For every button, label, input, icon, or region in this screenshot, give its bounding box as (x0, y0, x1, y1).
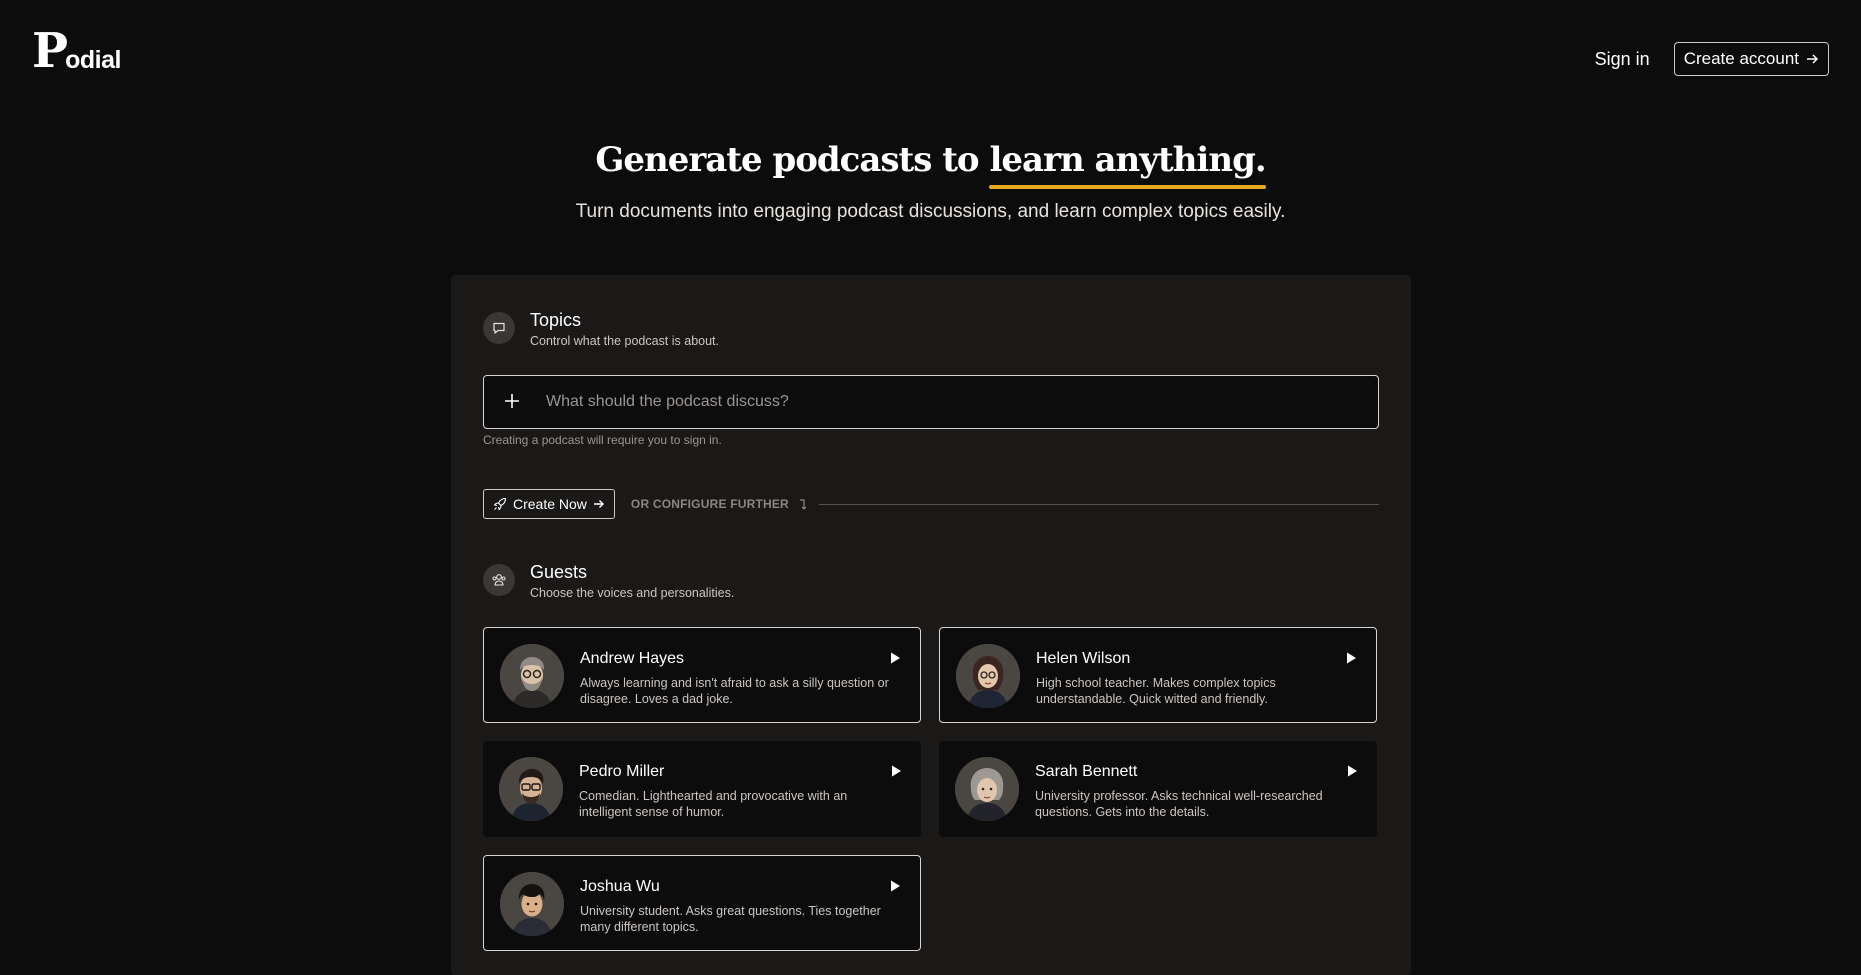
topics-description: Control what the podcast is about. (530, 334, 720, 348)
guests-title: Guests (530, 562, 588, 582)
configure-further-label: OR CONFIGURE FURTHER (630, 497, 789, 511)
rocket-icon (493, 497, 507, 511)
guest-name: Pedro Miller (579, 763, 665, 780)
create-row: Create Now OR CONFIGURE FURTHER (483, 489, 1379, 519)
create-account-button[interactable]: Create account (1673, 42, 1829, 76)
guest-description: University professor. Asks technical wel… (1035, 789, 1323, 819)
avatar-joshua-wu (500, 872, 564, 936)
sign-in-link[interactable]: Sign in (1595, 49, 1650, 70)
guest-card[interactable]: Joshua Wu University student. Asks great… (483, 855, 921, 951)
podial-logo[interactable]: P odial (32, 23, 121, 79)
guest-card[interactable]: Sarah Bennett University professor. Asks… (939, 741, 1377, 837)
topics-section-header: Topics Control what the podcast is about… (483, 310, 720, 348)
guest-name: Sarah Bennett (1035, 763, 1138, 780)
page-subtitle: Turn documents into engaging podcast dis… (575, 201, 1286, 222)
avatar-helen-wilson (956, 644, 1020, 708)
corner-down-right-icon (799, 499, 807, 510)
guest-card[interactable]: Andrew Hayes Always learning and isn't a… (483, 627, 921, 723)
title-start: Generate podcasts to (595, 140, 990, 180)
create-account-label: Create account (1683, 49, 1799, 68)
avatar-sarah-bennett (955, 757, 1019, 821)
plus-icon[interactable] (502, 392, 522, 412)
guests-description: Choose the voices and personalities. (530, 586, 735, 600)
guest-description: University student. Asks great questions… (580, 904, 881, 934)
topic-input[interactable] (544, 392, 1378, 412)
chat-bubble-icon (483, 312, 515, 344)
guest-name: Joshua Wu (580, 878, 660, 895)
guests-section-header: Guests Choose the voices and personaliti… (483, 562, 735, 600)
play-icon[interactable] (1345, 764, 1359, 778)
create-now-button[interactable]: Create Now (483, 489, 615, 519)
arrow-right-icon (1807, 54, 1819, 64)
logo-text: odial (65, 46, 121, 74)
topic-input-box[interactable] (483, 375, 1379, 429)
create-now-label: Create Now (513, 496, 587, 512)
sign-in-hint: Creating a podcast will require you to s… (483, 433, 722, 447)
page-title: Generate podcasts to learn anything. (0, 138, 1861, 189)
guest-description: Always learning and isn't afraid to ask … (580, 676, 889, 706)
guest-description: Comedian. Lighthearted and provocative w… (579, 789, 848, 819)
top-nav: Sign in Create account (1595, 42, 1829, 76)
play-icon[interactable] (888, 879, 902, 893)
avatar-andrew-hayes (500, 644, 564, 708)
guest-description: High school teacher. Makes complex topic… (1036, 676, 1276, 706)
guest-card[interactable]: Pedro Miller Comedian. Lighthearted and … (483, 741, 921, 837)
avatar-pedro-miller (499, 757, 563, 821)
guest-card[interactable]: Helen Wilson High school teacher. Makes … (939, 627, 1377, 723)
divider (818, 503, 1379, 505)
play-icon[interactable] (888, 651, 902, 665)
topics-title: Topics (530, 310, 582, 330)
people-icon (483, 564, 515, 596)
play-icon[interactable] (889, 764, 903, 778)
guest-name: Andrew Hayes (580, 650, 685, 667)
logo-initial: P (32, 23, 69, 79)
arrow-right-icon (593, 500, 604, 508)
title-highlight: learn anything. (989, 140, 1267, 189)
play-icon[interactable] (1344, 651, 1358, 665)
guest-name: Helen Wilson (1036, 650, 1131, 667)
create-podcast-panel: Topics Control what the podcast is about… (451, 275, 1411, 975)
